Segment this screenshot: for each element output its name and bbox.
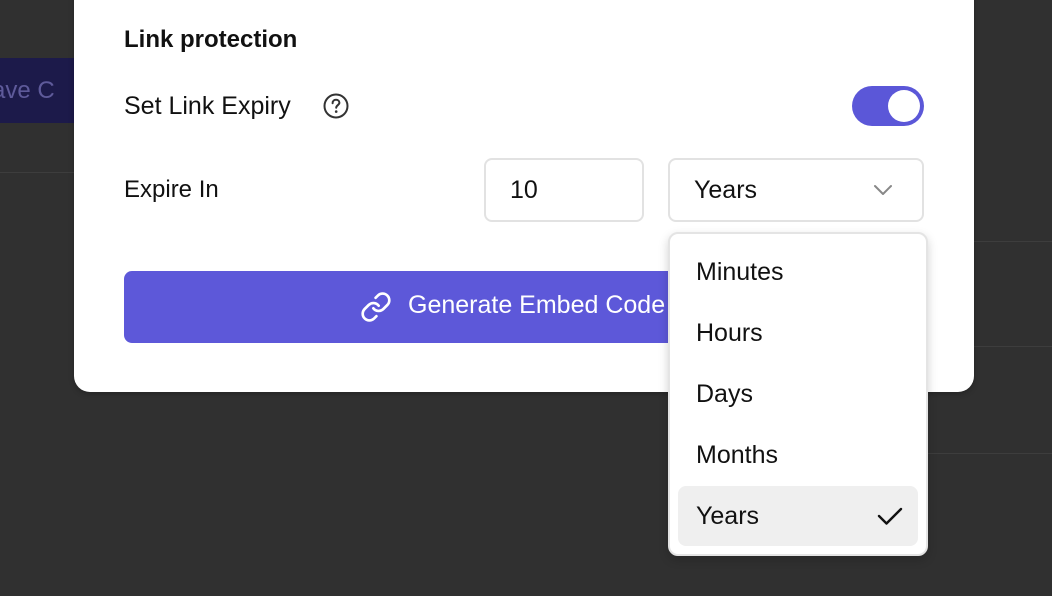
dropdown-option-days[interactable]: Days [678,364,918,424]
background-save-button: ave C [0,58,74,123]
set-link-expiry-label: Set Link Expiry [124,92,291,120]
expire-amount-input[interactable] [484,158,644,222]
expire-in-label: Expire In [124,176,219,203]
dropdown-option-minutes[interactable]: Minutes [678,242,918,302]
generate-embed-code-label: Generate Embed Code [408,291,666,319]
background-divider [0,172,74,173]
section-title: Link protection [124,26,298,53]
link-expiry-toggle[interactable] [852,86,924,126]
dropdown-option-years[interactable]: Years [678,486,918,546]
checkmark-icon [877,507,903,525]
option-label: Minutes [696,258,784,286]
option-label: Months [696,441,778,469]
question-circle-icon[interactable] [322,92,350,120]
link-icon [361,292,391,322]
dropdown-option-months[interactable]: Months [678,425,918,485]
expire-unit-value: Years [694,176,758,204]
background-divider [974,346,1052,347]
chevron-down-icon [874,185,892,195]
option-label: Days [696,380,753,408]
background-divider [974,241,1052,242]
option-label: Years [696,502,760,530]
background-divider [928,453,1052,454]
expire-unit-dropdown: Minutes Hours Days Months Years [668,232,928,556]
option-label: Hours [696,319,763,347]
toggle-knob [888,90,920,122]
dropdown-option-hours[interactable]: Hours [678,303,918,363]
expire-unit-select[interactable]: Years [668,158,924,222]
